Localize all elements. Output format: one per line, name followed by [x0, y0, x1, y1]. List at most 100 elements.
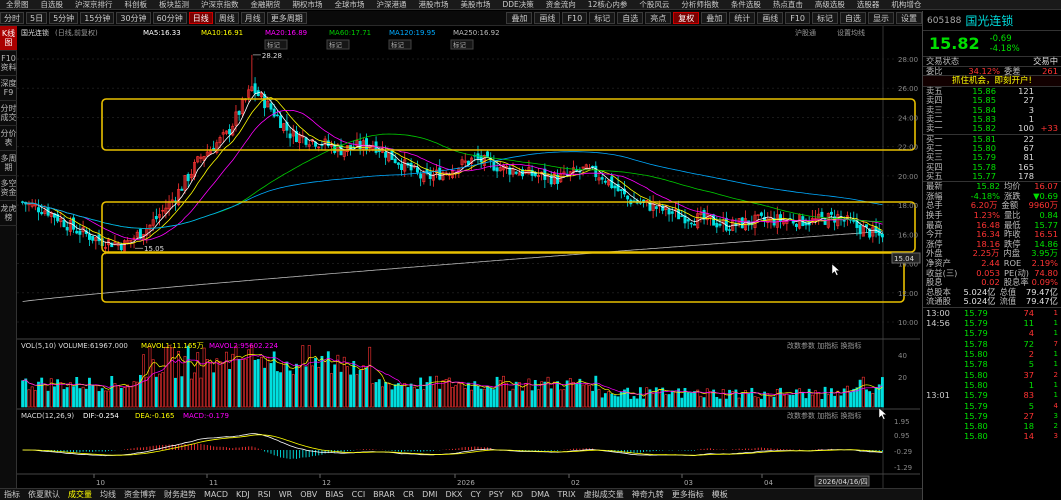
top-menu-item[interactable]: 板块监测	[153, 0, 195, 9]
tool-button[interactable]: 统计	[729, 12, 756, 24]
volume-bar	[422, 389, 426, 408]
indicator-tab[interactable]: DKX	[442, 490, 467, 499]
volume-bar	[291, 374, 295, 408]
sidebar-tab[interactable]: 分价表	[0, 126, 17, 151]
period-button[interactable]: 月线	[240, 12, 265, 24]
tool-button[interactable]: 叠加	[701, 12, 728, 24]
top-menu-item[interactable]: 12核心内参	[582, 0, 634, 9]
kline-chart[interactable]: 28.0026.0024.0022.0020.0018.0016.0014.00…	[17, 26, 922, 488]
period-button[interactable]: 30分钟	[116, 12, 151, 24]
top-menu-item[interactable]: 高级选股	[809, 0, 851, 9]
period-button[interactable]: 日线	[188, 12, 213, 24]
tool-button[interactable]: 自选	[617, 12, 644, 24]
indicator-tab[interactable]: PSY	[485, 490, 508, 499]
period-button[interactable]: 分时	[0, 12, 24, 24]
tick-cell: 14:56	[926, 318, 950, 329]
top-menu-item[interactable]: 沪深港通	[371, 0, 413, 9]
macd-tools[interactable]: 改数参数 加指标 换指标	[787, 411, 861, 420]
indicator-tab[interactable]: 均线	[96, 489, 120, 500]
volume-bar	[428, 376, 432, 408]
top-menu-item[interactable]: 条件选股	[725, 0, 767, 9]
vol-tools[interactable]: 改数参数 加指标 换指标	[787, 341, 861, 350]
top-menu-item[interactable]: 机构增仓	[885, 0, 927, 9]
sidebar-tab[interactable]: 龙虎榜	[0, 201, 17, 226]
top-menu-item[interactable]: 全景图	[0, 0, 35, 9]
volume-bar	[84, 388, 88, 408]
sidebar-tab[interactable]: 多周期	[0, 151, 17, 176]
tool-button[interactable]: F10	[562, 12, 588, 24]
top-menu-item[interactable]: 个股风云	[633, 0, 675, 9]
legend-settings[interactable]: 设置均线	[837, 28, 865, 37]
period-button[interactable]: 5分钟	[49, 12, 79, 24]
asks-cell: 100	[1018, 123, 1034, 134]
top-menu-item[interactable]: 资金流向	[540, 0, 582, 9]
top-menu-item[interactable]: 选股器	[851, 0, 886, 9]
top-menu-item[interactable]: 分析师指数	[675, 0, 725, 9]
top-menu-item[interactable]: 科创板	[119, 0, 154, 9]
sidebar-tab[interactable]: F10资料	[0, 51, 17, 76]
tool-button[interactable]: 设置	[896, 12, 922, 24]
indicator-tab[interactable]: OBV	[296, 490, 321, 499]
indicator-tab[interactable]: RSI	[254, 490, 275, 499]
legend-hgt[interactable]: 沪股通	[795, 28, 816, 37]
sidebar-tab[interactable]: K线图	[0, 26, 17, 51]
top-menu-item[interactable]: 沪深京排行	[69, 0, 119, 9]
tool-button[interactable]: 叠加	[506, 12, 533, 24]
top-menu-item[interactable]: 美股市场	[455, 0, 497, 9]
indicator-tab[interactable]: CCI	[348, 490, 370, 499]
stat-cell: 79.47亿	[1025, 296, 1058, 307]
sidebar-tab[interactable]: 多空资金	[0, 176, 17, 201]
indicator-tab[interactable]: 神奇九转	[628, 489, 668, 500]
top-menu-item[interactable]: 自选股	[35, 0, 70, 9]
indicator-tab[interactable]: CY	[466, 490, 484, 499]
tool-button[interactable]: 自选	[840, 12, 866, 24]
tick-cell: 1	[1053, 380, 1058, 389]
indicator-tab[interactable]: BIAS	[321, 490, 347, 499]
top-menu-item[interactable]: 金融期货	[245, 0, 287, 9]
tool-button[interactable]: 复权	[673, 12, 700, 24]
top-menu-item[interactable]: 期权市场	[287, 0, 329, 9]
period-button[interactable]: 更多周期	[266, 12, 307, 24]
top-menu-item[interactable]: 全球市场	[329, 0, 371, 9]
volume-bar	[218, 360, 222, 408]
tool-button[interactable]: 标记	[812, 12, 838, 24]
indicator-tab[interactable]: 模板	[708, 489, 732, 500]
candle-body	[37, 207, 40, 213]
period-button[interactable]: 60分钟	[152, 12, 187, 24]
indicator-tab[interactable]: DMA	[527, 490, 554, 499]
tool-button[interactable]: 画线	[757, 12, 784, 24]
right-toolbar: 叠加 画线 F10 标记 自选 亮点 复权 叠加 统计 画线 F10 标记 自选 显示 设置	[504, 12, 922, 24]
indicator-tab[interactable]: TRIX	[554, 490, 580, 499]
volume-bar	[275, 371, 279, 408]
top-menu-item[interactable]: 沪深京指数	[195, 0, 245, 9]
indicator-tab[interactable]: WR	[275, 490, 296, 499]
asks-cell: 15.82	[972, 123, 996, 134]
indicator-tab[interactable]: 指标	[0, 489, 24, 500]
period-button[interactable]: 周线	[214, 12, 239, 24]
top-menu-item[interactable]: DDE决策	[497, 0, 540, 9]
indicator-tab[interactable]: CR	[399, 490, 418, 499]
top-menu-item[interactable]: 港股市场	[413, 0, 455, 9]
indicator-tab[interactable]: 依夏默认	[24, 489, 64, 500]
indicator-tab[interactable]: 资金博弈	[120, 489, 160, 500]
indicator-tab[interactable]: 财务趋势	[160, 489, 200, 500]
tool-button[interactable]: 亮点	[645, 12, 672, 24]
indicator-tab[interactable]: MACD	[200, 490, 232, 499]
tool-button[interactable]: 显示	[868, 12, 894, 24]
indicator-tab[interactable]: 虚拟成交量	[580, 489, 628, 500]
indicator-tab[interactable]: BRAR	[369, 490, 399, 499]
indicator-tab[interactable]: DMI	[418, 490, 441, 499]
sidebar-tab[interactable]: 分时成交	[0, 101, 17, 126]
volume-bar	[597, 389, 601, 408]
sidebar-tab[interactable]: 深度F9	[0, 76, 17, 101]
indicator-tab[interactable]: 更多指标	[668, 489, 708, 500]
tool-button[interactable]: 标记	[589, 12, 616, 24]
tool-button[interactable]: 画线	[534, 12, 561, 24]
period-button[interactable]: 15分钟	[80, 12, 115, 24]
period-button[interactable]: 5日	[26, 12, 48, 24]
top-menu-item[interactable]: 热点直击	[767, 0, 809, 9]
tool-button[interactable]: F10	[785, 12, 810, 24]
indicator-tab[interactable]: KD	[508, 490, 527, 499]
indicator-tab[interactable]: 成交量	[64, 489, 96, 500]
indicator-tab[interactable]: KDJ	[232, 490, 254, 499]
